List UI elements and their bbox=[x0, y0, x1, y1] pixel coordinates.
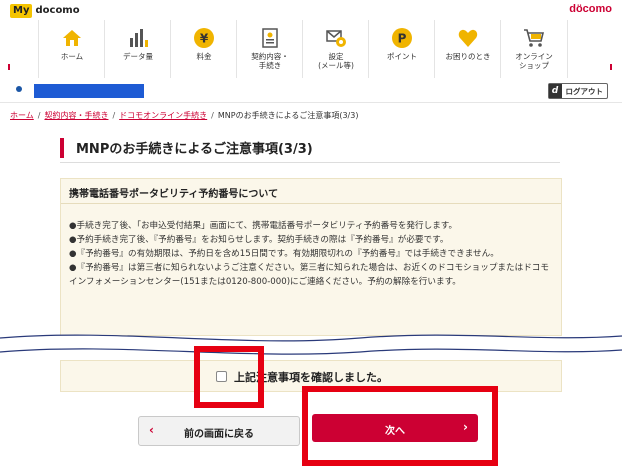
page-title-area: MNPのお手続きによるご注意事項(3/3) bbox=[60, 132, 560, 163]
docomo-brand-logo[interactable]: döcomo bbox=[569, 3, 612, 15]
yen-coin-icon: ¥ bbox=[194, 28, 214, 48]
notice-heading-bar: 携帯電話番号ポータビリティ予約番号について bbox=[61, 179, 561, 204]
nav-label-point: ポイント bbox=[387, 52, 417, 61]
top-bar: My docomo döcomo bbox=[0, 0, 622, 20]
svg-text:¥: ¥ bbox=[200, 32, 209, 46]
house-icon bbox=[63, 30, 81, 46]
notice-line: ●予約手続き完了後、『予約番号』をお知らせします。契約手続きの際は『予約番号』が… bbox=[69, 235, 449, 245]
point-icon: P bbox=[392, 28, 412, 48]
notice-box: 携帯電話番号ポータビリティ予約番号について ●手続き完了後、「お申込受付結果」画… bbox=[60, 178, 562, 336]
my-docomo-text: docomo bbox=[35, 5, 80, 16]
back-button-label: 前の画面に戻る bbox=[184, 429, 254, 440]
global-nav: ホーム データ量 ¥ 料金 契約内容・ 手続き 設定 (メール等) P ポイント… bbox=[0, 20, 622, 79]
nav-label-contract: 契約内容・ 手続き bbox=[251, 52, 289, 70]
logout-button[interactable]: d ログアウト bbox=[547, 83, 608, 99]
logout-label: ログアウト bbox=[565, 86, 604, 96]
settings-mail-icon bbox=[326, 30, 346, 47]
my-docomo-logo[interactable]: My docomo bbox=[10, 3, 80, 18]
breadcrumb-home[interactable]: ホーム bbox=[10, 111, 34, 120]
nav-label-help: お困りのとき bbox=[445, 52, 491, 61]
page-break-wave bbox=[0, 334, 622, 355]
user-status-dot bbox=[16, 86, 22, 92]
breadcrumb-online[interactable]: ドコモオンライン手続き bbox=[119, 111, 207, 120]
next-button-highlight-frame bbox=[302, 386, 498, 466]
user-name-redacted bbox=[34, 84, 144, 98]
breadcrumb-current: MNPのお手続きによるご注意事項(3/3) bbox=[217, 111, 359, 120]
nav-item-fee[interactable]: ¥ 料金 bbox=[170, 20, 237, 78]
nav-item-settings[interactable]: 設定 (メール等) bbox=[302, 20, 369, 78]
notice-body: ●手続き完了後、「お申込受付結果」画面にて、携帯電話番号ポータビリティ予約番号を… bbox=[69, 219, 555, 289]
nav-item-contract[interactable]: 契約内容・ 手続き bbox=[236, 20, 303, 78]
bar-chart-icon bbox=[130, 29, 148, 47]
nav-label-settings: 設定 (メール等) bbox=[318, 52, 354, 70]
notice-heading: 携帯電話番号ポータビリティ予約番号について bbox=[69, 189, 279, 200]
notice-line: ●『予約番号』の有効期限は、予約日を含め15日間です。有効期限切れの『予約番号』… bbox=[69, 249, 499, 259]
nav-right-marker bbox=[610, 64, 612, 70]
heart-icon bbox=[458, 29, 478, 47]
nav-label-data: データ量 bbox=[123, 52, 153, 61]
breadcrumb: ホーム / 契約内容・手続き / ドコモオンライン手続き / MNPのお手続きによるご注意事… bbox=[10, 111, 359, 120]
nav-item-data[interactable]: データ量 bbox=[104, 20, 171, 78]
d-account-icon: d bbox=[548, 84, 562, 98]
contract-icon bbox=[262, 28, 278, 48]
svg-text:P: P bbox=[398, 32, 407, 46]
nav-item-home[interactable]: ホーム bbox=[38, 20, 105, 78]
cart-icon bbox=[524, 29, 545, 47]
nav-item-point[interactable]: P ポイント bbox=[368, 20, 435, 78]
nav-label-fee: 料金 bbox=[196, 52, 212, 61]
page-title: MNPのお手続きによるご注意事項(3/3) bbox=[76, 142, 313, 157]
user-bar: d ログアウト bbox=[0, 78, 622, 103]
nav-label-home: ホーム bbox=[60, 52, 84, 61]
breadcrumb-contract[interactable]: 契約内容・手続き bbox=[44, 111, 108, 120]
notice-line: ●『予約番号』は第三者に知られないようご注意ください。第三者に知られた場合は、お… bbox=[69, 263, 549, 287]
my-badge: My bbox=[10, 3, 33, 18]
back-button[interactable]: ‹ 前の画面に戻る bbox=[138, 416, 300, 446]
nav-item-shop[interactable]: オンライン ショップ bbox=[500, 20, 568, 78]
nav-item-help[interactable]: お困りのとき bbox=[434, 20, 501, 78]
title-accent-bar bbox=[60, 138, 64, 158]
nav-left-marker bbox=[8, 64, 10, 70]
checkbox-highlight-frame bbox=[194, 346, 264, 408]
nav-label-shop: オンライン ショップ bbox=[515, 52, 553, 70]
notice-line: ●手続き完了後、「お申込受付結果」画面にて、携帯電話番号ポータビリティ予約番号を… bbox=[69, 221, 458, 231]
